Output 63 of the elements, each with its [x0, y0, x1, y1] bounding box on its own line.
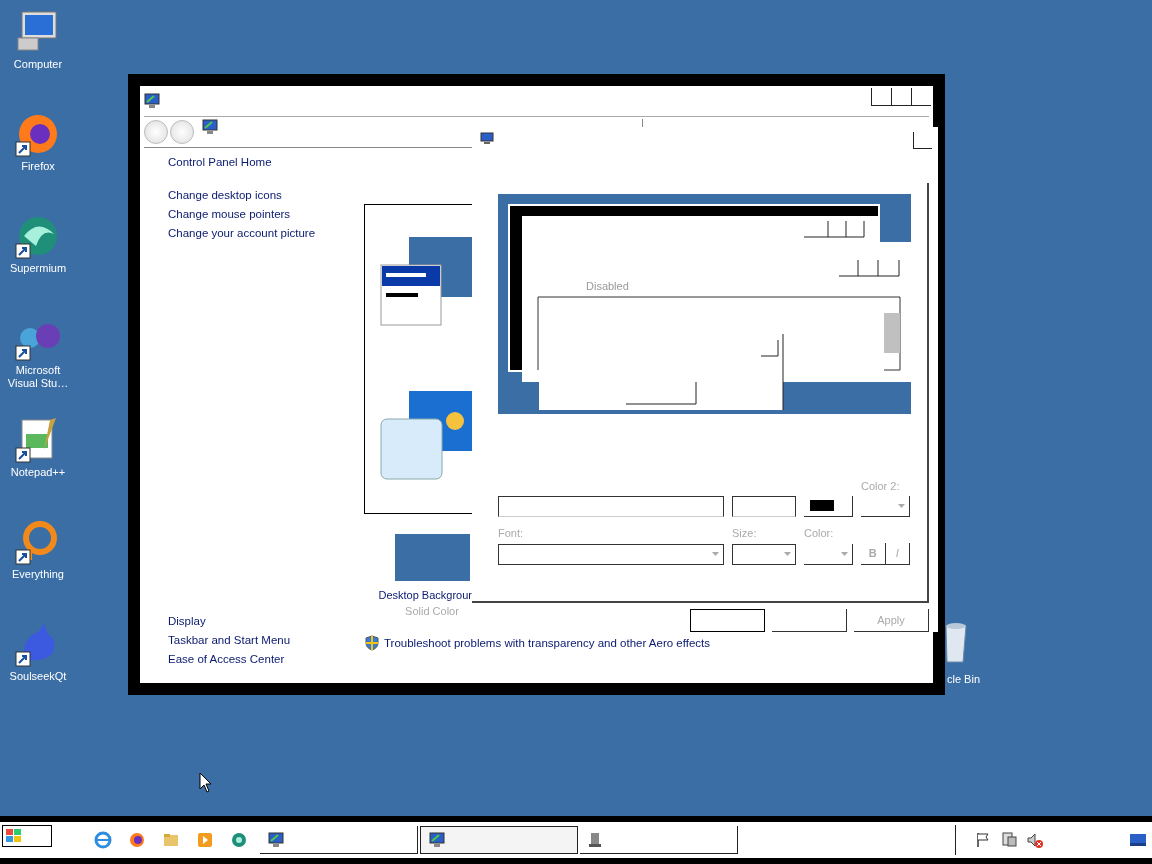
color-label: Color: [804, 526, 835, 541]
browser-icon [230, 831, 248, 849]
caret-icon [712, 552, 719, 557]
caret-icon [898, 503, 905, 508]
close-button[interactable] [911, 88, 931, 106]
task-link[interactable]: Change mouse pointers [168, 208, 364, 220]
size-label: Size: [732, 526, 758, 541]
tile-label[interactable]: Desktop Backgrour [378, 589, 472, 601]
color-button[interactable] [804, 495, 853, 517]
folder-icon [162, 831, 180, 849]
flag-icon[interactable] [974, 831, 992, 849]
color-2-label: Color 2: [861, 479, 901, 494]
windows-logo-icon [5, 828, 23, 844]
icon-label: Microsoft Visual Stu… [6, 364, 70, 390]
color-2-button[interactable] [861, 495, 910, 517]
theme-thumbnail[interactable] [380, 391, 473, 481]
icon-label: Supermium [8, 262, 68, 275]
start-button[interactable] [2, 825, 52, 847]
tile-sublabel: Solid Color [405, 605, 459, 617]
troubleshoot-link[interactable]: Troubleshoot problems with transparency and other Aero effects [384, 637, 710, 649]
caret-icon [784, 552, 791, 557]
disabled-label: Disabled [586, 279, 629, 292]
see-also-link[interactable]: Taskbar and Start Menu [168, 634, 364, 646]
play-icon [196, 831, 214, 849]
font-label: Font: [498, 526, 525, 541]
fox-icon [128, 831, 146, 849]
network-icon[interactable] [1000, 831, 1018, 849]
see-also-link[interactable]: Display [168, 615, 364, 627]
size-dropdown[interactable] [732, 543, 796, 565]
icon-label: Notepad++ [9, 466, 67, 479]
icon-label: Computer [12, 58, 64, 71]
icon-label: Firefox [20, 160, 56, 173]
muted-speaker-icon[interactable] [1026, 831, 1044, 849]
background-swatch[interactable] [395, 534, 470, 581]
item-dropdown[interactable] [498, 495, 724, 517]
icon-label: SoulseekQt [8, 670, 68, 683]
monitor-icon [429, 832, 445, 848]
monitor-icon [144, 93, 160, 109]
task-link[interactable]: Control Panel Home [168, 156, 364, 168]
theme-thumbnail[interactable] [380, 237, 473, 327]
icon-label: Everything [11, 568, 65, 581]
shield-icon [365, 635, 379, 651]
task-link[interactable]: Change desktop icons [168, 189, 364, 201]
color-chip [810, 500, 834, 512]
display-icon [480, 131, 494, 145]
globe-icon [94, 831, 112, 849]
task-button[interactable] [580, 826, 738, 854]
icon-label: cle Bin [947, 673, 981, 686]
cursor-icon [199, 772, 212, 793]
caret-icon [841, 551, 848, 556]
color-dropdown[interactable] [804, 543, 853, 565]
ok-button[interactable] [690, 609, 765, 632]
maximize-button[interactable] [891, 88, 911, 106]
close-button[interactable] [913, 132, 932, 149]
size-field[interactable] [732, 495, 796, 517]
see-also-link[interactable]: Ease of Access Center [168, 653, 364, 665]
monitor-icon [202, 119, 218, 135]
task-link[interactable]: Change your account picture [168, 227, 364, 239]
trash-bin-icon[interactable] [946, 620, 970, 664]
monitor-icon [268, 831, 284, 848]
minimize-button[interactable] [871, 88, 891, 106]
font-dropdown[interactable] [498, 543, 724, 565]
task-button[interactable] [420, 826, 578, 854]
